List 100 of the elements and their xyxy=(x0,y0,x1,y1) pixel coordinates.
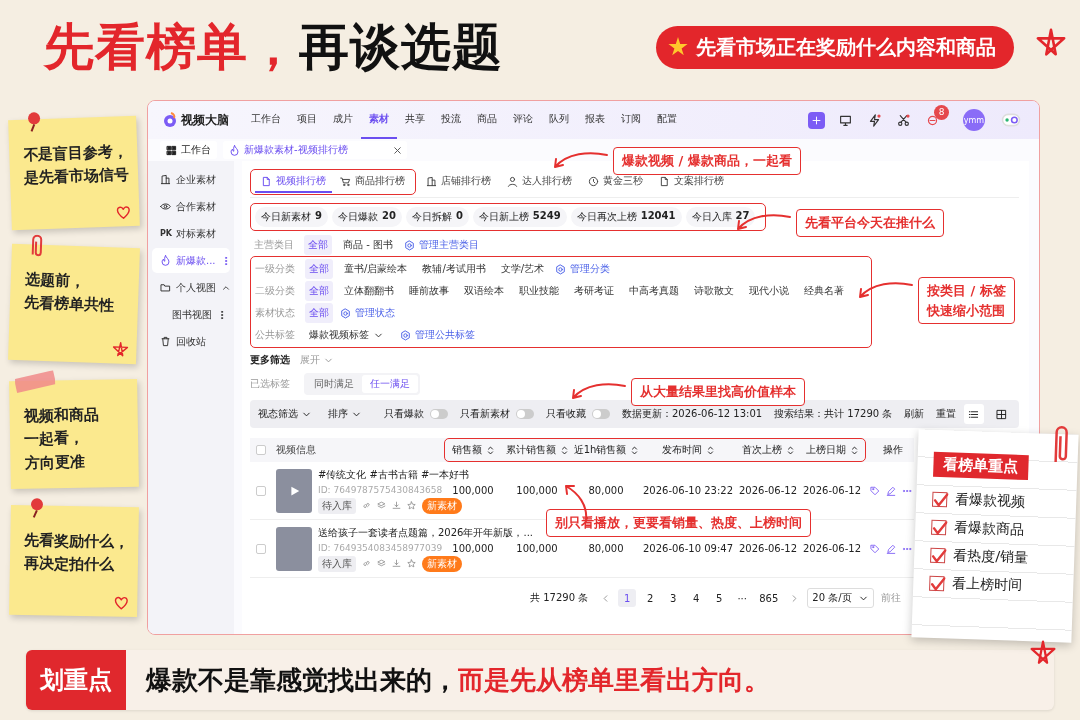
layers-icon[interactable] xyxy=(377,559,386,568)
manage-link[interactable]: 管理状态 xyxy=(340,306,395,320)
pencil-icon[interactable] xyxy=(886,543,896,554)
toggle-switch[interactable] xyxy=(430,409,448,419)
page-button[interactable]: 2 xyxy=(641,589,660,607)
page-button[interactable]: 5 xyxy=(710,589,729,607)
column-header[interactable]: 累计销售额 xyxy=(503,443,573,457)
nav-tab[interactable]: 评论 xyxy=(505,101,541,139)
sidebar-item[interactable]: PK 对标素材 xyxy=(152,221,230,246)
pencil-icon[interactable] xyxy=(886,485,896,496)
column-header[interactable]: 视频信息 xyxy=(272,443,444,457)
nav-tab[interactable]: 报表 xyxy=(577,101,613,139)
page-button[interactable]: 1 xyxy=(618,589,637,607)
user-avatar[interactable]: ymm xyxy=(963,109,985,131)
nav-tab[interactable]: 项目 xyxy=(289,101,325,139)
page-tab[interactable]: 新爆款素材-视频排行榜 xyxy=(223,141,407,159)
nav-tab[interactable]: 配置 xyxy=(649,101,685,139)
filter-option[interactable]: 童书/启蒙绘本 xyxy=(340,259,412,279)
layers-icon[interactable] xyxy=(377,501,386,510)
link-icon[interactable] xyxy=(362,501,371,510)
star-icon[interactable] xyxy=(407,559,416,568)
toolbar-dropdown[interactable]: 视态筛选 xyxy=(258,407,312,421)
filter-option[interactable]: 中高考真题 xyxy=(625,281,683,301)
status-tag[interactable]: 待入库 xyxy=(318,497,356,514)
monitor-icon[interactable] xyxy=(839,113,852,127)
status-tag[interactable]: 待入库 xyxy=(318,555,356,572)
filter-option[interactable]: 全部 xyxy=(305,259,333,279)
sort-icon[interactable] xyxy=(785,444,796,456)
tag-icon[interactable] xyxy=(870,543,880,554)
toggle-switch[interactable] xyxy=(592,409,610,419)
workbench-tab[interactable]: 工作台 xyxy=(160,141,217,159)
filter-option[interactable]: 全部 xyxy=(305,281,333,301)
mode-option[interactable]: 任一满足 xyxy=(362,375,418,393)
nav-tab[interactable]: 商品 xyxy=(469,101,505,139)
sidebar-item[interactable]: 回收站 xyxy=(152,329,230,354)
ranking-tab[interactable]: 店铺排行榜 xyxy=(420,171,497,193)
download-icon[interactable] xyxy=(392,559,401,568)
filter-option[interactable]: 立体翻翻书 xyxy=(340,281,398,301)
filter-option[interactable]: 现代小说 xyxy=(745,281,793,301)
page-size-select[interactable]: 20 条/页 xyxy=(807,588,874,608)
sidebar-item[interactable]: 合作素材 xyxy=(152,194,230,219)
column-header[interactable]: 首次上榜 xyxy=(737,443,801,457)
nav-tab[interactable]: 素材 xyxy=(361,101,397,139)
row-checkbox[interactable] xyxy=(256,543,266,554)
checkbox[interactable] xyxy=(931,519,947,535)
nav-tab[interactable]: 队列 xyxy=(541,101,577,139)
page-button[interactable]: ··· xyxy=(733,589,752,607)
sort-icon[interactable] xyxy=(485,444,496,456)
column-header[interactable]: 操作 xyxy=(866,443,914,457)
column-header[interactable]: 近1h销售额 xyxy=(573,443,641,457)
notification-icon[interactable] xyxy=(926,113,939,127)
column-header[interactable]: 发布时间 xyxy=(641,443,737,457)
nav-tab[interactable]: 订阅 xyxy=(613,101,649,139)
filter-option[interactable]: 睡前故事 xyxy=(405,281,453,301)
checkbox[interactable] xyxy=(932,491,948,507)
download-icon[interactable] xyxy=(392,501,401,510)
toolbar-dropdown[interactable]: 排序 xyxy=(328,407,362,421)
page-button[interactable]: 865 xyxy=(756,589,782,607)
filter-option[interactable]: 考研考证 xyxy=(570,281,618,301)
star-icon[interactable] xyxy=(407,501,416,510)
nav-tab[interactable]: 共享 xyxy=(397,101,433,139)
tag-dropdown[interactable]: 爆款视频标签 xyxy=(305,325,388,345)
filter-option[interactable]: 职业技能 xyxy=(515,281,563,301)
close-icon[interactable] xyxy=(391,144,403,156)
toolbar-action[interactable]: 刷新 xyxy=(904,407,925,421)
filter-option[interactable]: 商品 - 图书 xyxy=(339,235,397,255)
page-button[interactable]: 3 xyxy=(664,589,683,607)
row-checkbox[interactable] xyxy=(256,485,266,496)
filter-option[interactable]: 教辅/考试用书 xyxy=(418,259,490,279)
header-checkbox[interactable] xyxy=(256,445,266,455)
mode-option[interactable]: 同时满足 xyxy=(306,375,362,393)
filter-option[interactable]: 经典名著 xyxy=(800,281,848,301)
manage-link[interactable]: 管理主营类目 xyxy=(403,238,479,252)
checkbox[interactable] xyxy=(929,575,945,591)
link-icon[interactable] xyxy=(362,559,371,568)
sort-icon[interactable] xyxy=(705,444,716,456)
toolbar-action[interactable]: 重置 xyxy=(936,407,957,421)
sidebar-item[interactable]: 图书视图 xyxy=(152,302,230,327)
nav-tab[interactable]: 工作台 xyxy=(243,101,289,139)
column-header[interactable]: 销售额 xyxy=(445,443,503,457)
manage-link[interactable]: 管理公共标签 xyxy=(400,328,475,342)
ranking-tab[interactable]: 商品排行榜 xyxy=(334,171,411,193)
sort-icon[interactable] xyxy=(559,444,570,456)
ranking-tab[interactable]: 达人排行榜 xyxy=(501,171,578,193)
page-button[interactable]: 4 xyxy=(687,589,706,607)
sidebar-item[interactable]: 新爆款... xyxy=(152,248,230,273)
tag-icon[interactable] xyxy=(870,485,880,496)
view-toggle[interactable] xyxy=(964,404,984,424)
sort-icon[interactable] xyxy=(849,444,860,456)
filter-option[interactable]: 文学/艺术 xyxy=(496,259,549,279)
filter-option[interactable]: 全部 xyxy=(305,303,333,323)
column-header[interactable]: 上榜日期 xyxy=(801,443,865,457)
filter-option[interactable]: 诗歌散文 xyxy=(690,281,738,301)
filter-option[interactable]: 双语绘本 xyxy=(460,281,508,301)
manage-link[interactable]: 管理分类 xyxy=(555,262,611,276)
toggle-switch[interactable] xyxy=(516,409,534,419)
lightning-icon[interactable] xyxy=(868,113,881,127)
add-button[interactable] xyxy=(808,111,825,129)
checkbox[interactable] xyxy=(930,547,946,563)
nav-tab[interactable]: 成片 xyxy=(325,101,361,139)
